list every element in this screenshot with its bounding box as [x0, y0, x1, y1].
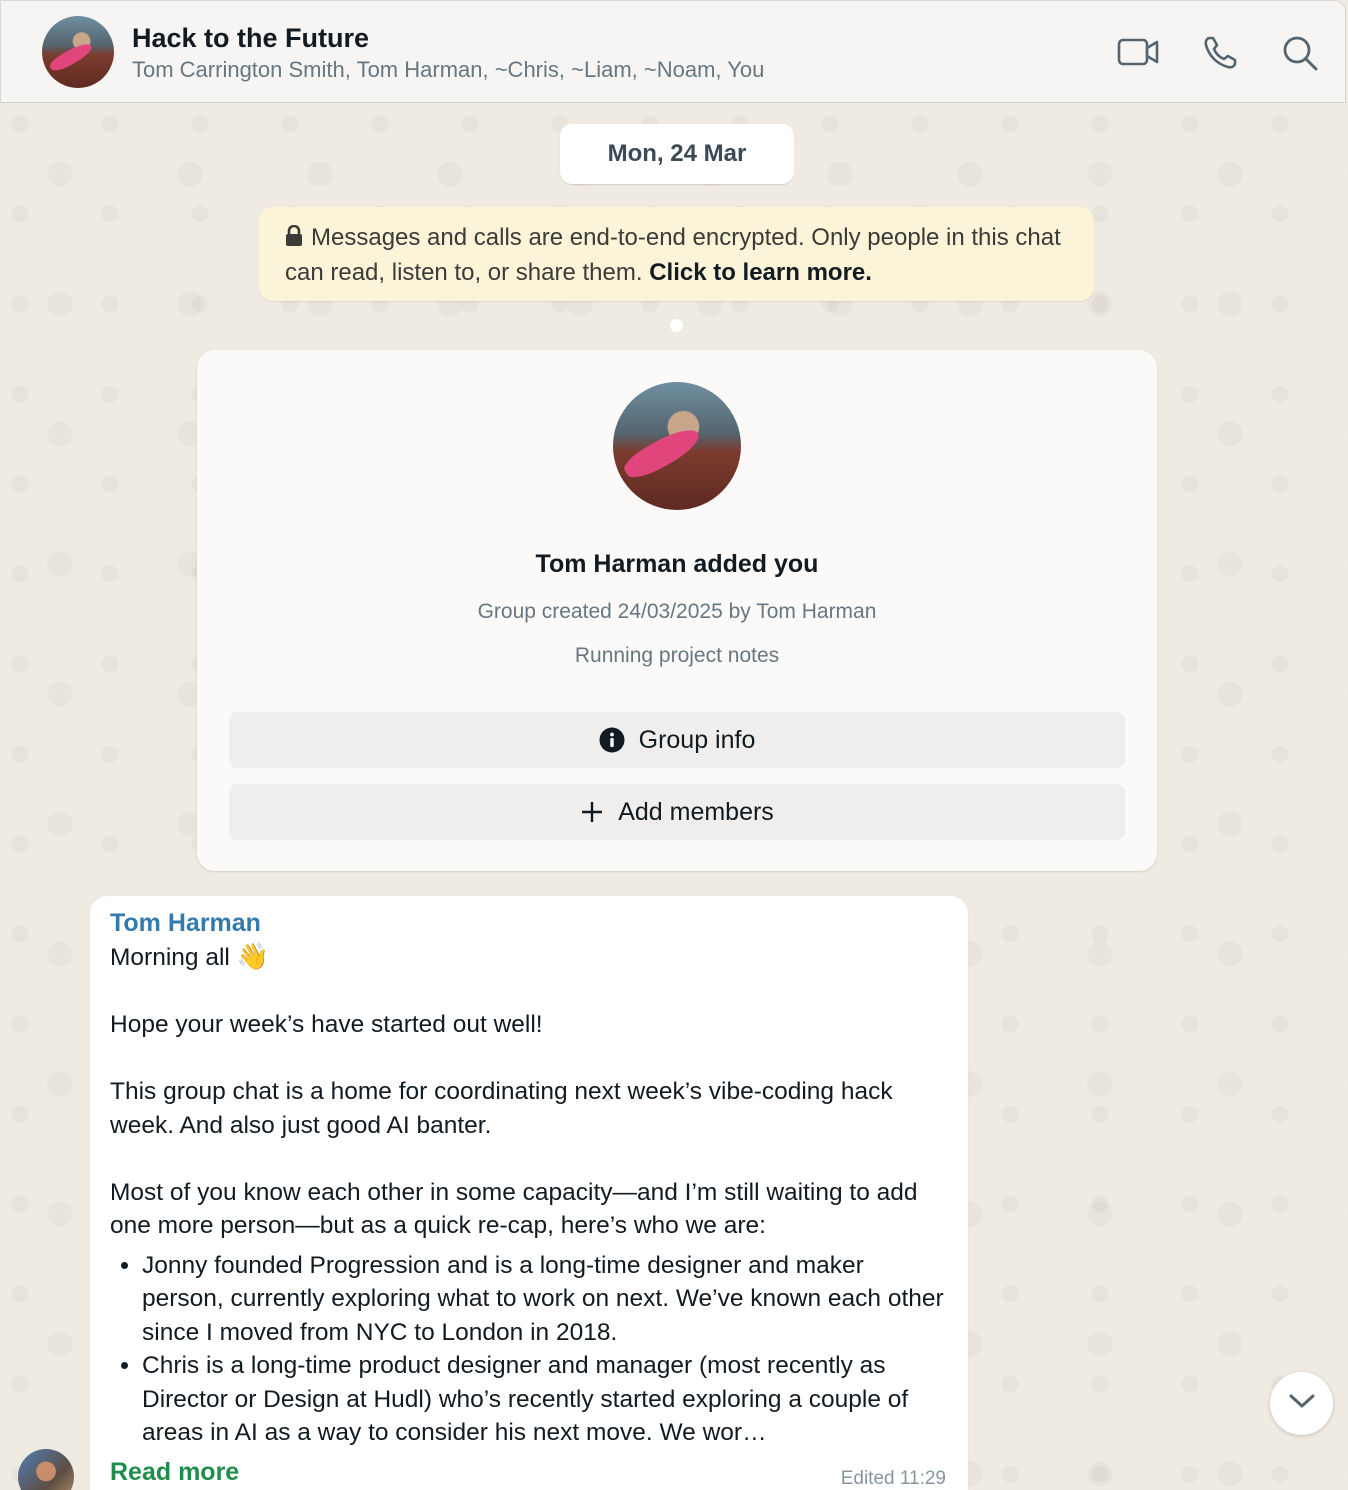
read-more-link[interactable]: Read more	[110, 1458, 239, 1487]
waving-hand-emoji: 👋	[236, 941, 270, 971]
scroll-to-bottom-button[interactable]	[1270, 1372, 1333, 1435]
list-item: Jonny founded Progression and is a long-…	[142, 1249, 948, 1350]
info-icon	[599, 727, 625, 753]
group-avatar[interactable]	[42, 16, 114, 88]
list-item: Chris is a long-time product designer an…	[142, 1349, 948, 1450]
message-paragraph: This group chat is a home for coordinati…	[110, 1078, 893, 1139]
chat-title[interactable]: Hack to the Future	[132, 23, 369, 54]
group-description: Running project notes	[574, 644, 780, 667]
message-paragraph: Most of you know each other in some capa…	[110, 1178, 918, 1240]
learn-more-link[interactable]: Click to learn more.	[649, 259, 872, 286]
group-info-button[interactable]: Group info	[229, 712, 1125, 768]
encryption-notice[interactable]: Messages and calls are end-to-end encryp…	[259, 207, 1094, 301]
group-avatar-large[interactable]	[613, 382, 741, 510]
sender-name[interactable]: Tom Harman	[110, 906, 948, 940]
phone-icon[interactable]	[1202, 35, 1242, 71]
message-bubble[interactable]: Tom Harman Morning all 👋 Hope your week’…	[90, 896, 968, 1490]
search-icon[interactable]	[1282, 35, 1322, 71]
added-you-title: Tom Harman added you	[535, 550, 819, 578]
group-created-info: Group created 24/03/2025 by Tom Harman	[477, 600, 877, 623]
message-paragraph: Hope your week’s have started out well!	[110, 1011, 543, 1038]
group-created-card: Tom Harman added you Group created 24/03…	[197, 350, 1157, 871]
add-members-button[interactable]: Add members	[229, 784, 1125, 840]
video-call-icon[interactable]	[1117, 35, 1159, 71]
plus-icon	[580, 800, 604, 824]
message-meta: Edited 11:29	[840, 1468, 946, 1489]
participants-list[interactable]: Tom Carrington Smith, Tom Harman, ~Chris…	[132, 57, 764, 83]
add-members-label: Add members	[618, 797, 774, 826]
date-divider: Mon, 24 Mar	[560, 124, 794, 184]
message-body: Morning all 👋 Hope your week’s have star…	[110, 940, 948, 1450]
lock-icon	[285, 223, 303, 256]
unread-dot	[670, 319, 683, 332]
chat-header: Hack to the Future Tom Carrington Smith,…	[0, 0, 1346, 103]
group-info-label: Group info	[638, 725, 756, 754]
member-list: Jonny founded Progression and is a long-…	[110, 1249, 948, 1450]
greeting-text: Morning all	[110, 944, 230, 971]
chevron-down-icon	[1288, 1392, 1316, 1415]
